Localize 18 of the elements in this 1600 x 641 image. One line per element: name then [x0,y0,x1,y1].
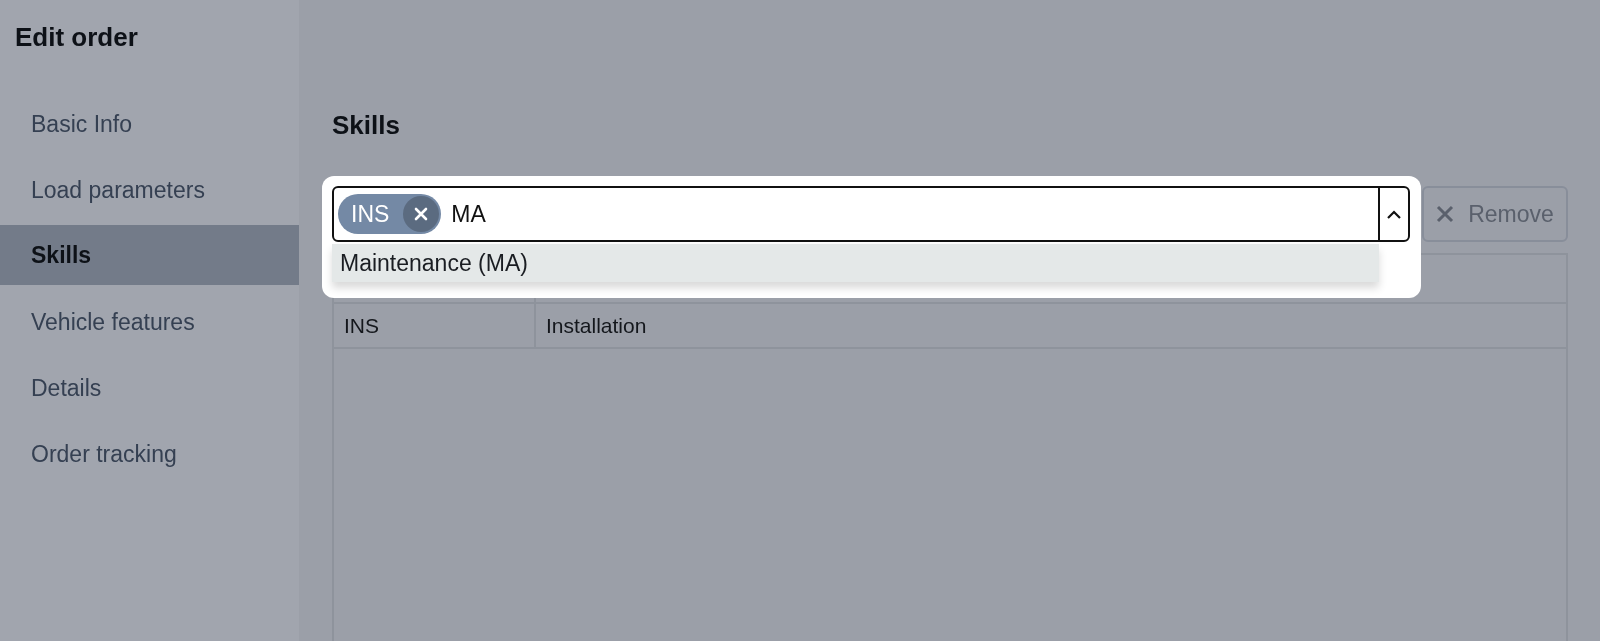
sidebar-item[interactable]: Load parameters [0,157,299,223]
close-icon [414,207,429,221]
dialog-title: Edit order [14,21,139,54]
dropdown-option[interactable]: Maintenance (MA) [332,244,1379,282]
close-icon [1436,205,1455,223]
caret-icon [1387,209,1401,219]
chip-remove-button[interactable] [403,196,440,232]
sidebar-item[interactable]: Details [0,355,299,421]
sidebar-item[interactable]: Skills [0,225,299,285]
sidebar-item[interactable]: Order tracking [0,421,299,487]
table-cell: Installation [535,303,1567,348]
skill-search-input[interactable]: MA [447,200,1378,228]
skill-select-field[interactable]: INS MA [332,186,1410,242]
section-title: Skills [332,110,401,142]
table-cell: INS [333,303,535,348]
chip-label: INS [351,200,390,228]
sidebar-item[interactable]: Basic Info [0,91,299,157]
sidebar-item[interactable]: Vehicle features [0,289,299,355]
